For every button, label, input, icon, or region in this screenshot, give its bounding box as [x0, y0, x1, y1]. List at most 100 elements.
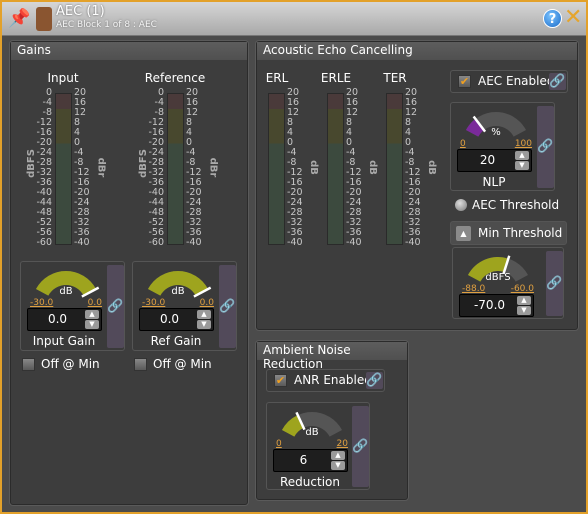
- enable-group: ✔ ANR Enabled 🔗: [266, 369, 385, 392]
- spin-down-button[interactable]: ▼: [517, 306, 531, 315]
- value-text: 0.0: [47, 312, 68, 326]
- link-button[interactable]: 🔗: [107, 265, 124, 348]
- aec-header: Acoustic Echo Cancelling: [257, 42, 577, 60]
- enable-label: ANR Enabled: [294, 373, 372, 387]
- dbfs-axis-label: dBFS: [25, 149, 37, 178]
- block-color-swatch: [36, 7, 52, 31]
- level-meter: [55, 93, 72, 245]
- meter-scale-label: -40: [74, 237, 90, 248]
- knob-unit: dBFS: [485, 272, 511, 283]
- meter-scale-label: -40: [186, 237, 202, 248]
- knob-min[interactable]: 0: [460, 139, 466, 149]
- link-icon: 🔗: [352, 439, 369, 454]
- off-at-min-checkbox[interactable]: [22, 358, 35, 371]
- gains-header: Gains: [11, 42, 247, 60]
- meter-title: Reference: [144, 71, 206, 85]
- link-button[interactable]: 🔗: [549, 73, 566, 90]
- level-meter: [327, 93, 344, 245]
- link-button[interactable]: 🔗: [219, 265, 236, 348]
- link-icon: 🔗: [219, 299, 236, 314]
- anr-header: Ambient Noise Reduction: [257, 342, 407, 371]
- value-field[interactable]: 6 ▲ ▼: [273, 449, 348, 472]
- spin-up-button[interactable]: ▲: [197, 310, 211, 319]
- collapse-arrow-icon: ▲: [456, 226, 471, 241]
- link-button[interactable]: 🔗: [366, 372, 383, 389]
- spin-down-button[interactable]: ▼: [85, 320, 99, 329]
- min-threshold-label: Min Threshold: [478, 226, 563, 240]
- meter-scale-label: -60: [148, 237, 164, 248]
- level-meter: [167, 93, 184, 245]
- link-icon: 🔗: [546, 276, 563, 291]
- db-axis-label: dB: [307, 160, 319, 175]
- threshold-indicator-label: AEC Threshold: [472, 198, 560, 212]
- help-icon[interactable]: ?: [543, 9, 562, 28]
- knob-max[interactable]: 100: [515, 139, 532, 149]
- link-button[interactable]: 🔗: [537, 106, 554, 188]
- knob-unit: dB: [171, 286, 185, 297]
- link-button[interactable]: 🔗: [546, 251, 563, 316]
- meter-scale-label: -40: [287, 237, 303, 248]
- min-threshold-toggle[interactable]: ▲ Min Threshold: [450, 221, 567, 245]
- knob-label: NLP: [482, 175, 506, 189]
- dbr-axis-label: dBr: [207, 157, 219, 178]
- knob-min[interactable]: 0: [276, 439, 282, 449]
- link-icon: 🔗: [549, 74, 566, 89]
- meter-title: TER: [383, 71, 407, 85]
- dbfs-axis-label: dBFS: [137, 149, 149, 178]
- knob-group: dBFS -88.0 -60.0 -70.0 ▲ ▼ 🔗: [452, 247, 564, 319]
- enable-checkbox[interactable]: ✔: [274, 374, 287, 387]
- value-text: 0.0: [159, 312, 180, 326]
- knob-group: dB 0 20 6 ▲ ▼ Reduction 🔗: [266, 402, 370, 490]
- knob-min[interactable]: -88.0: [462, 284, 485, 294]
- knob-min[interactable]: -30.0: [142, 298, 165, 308]
- off-at-min-checkbox[interactable]: [134, 358, 147, 371]
- meter-scale-label: -60: [36, 237, 52, 248]
- knob-max[interactable]: 0.0: [200, 298, 214, 308]
- value-text: 6: [299, 453, 308, 467]
- spin-down-button[interactable]: ▼: [515, 161, 529, 170]
- link-icon: 🔗: [537, 139, 554, 154]
- level-meter: [268, 93, 285, 245]
- dbr-axis-label: dBr: [95, 157, 107, 178]
- knob-unit: %: [491, 127, 501, 138]
- value-field[interactable]: 0.0 ▲ ▼: [27, 308, 102, 331]
- link-button[interactable]: 🔗: [352, 406, 369, 487]
- knob-label: Reduction: [280, 475, 340, 489]
- enable-group: ✔ AEC Enabled 🔗: [450, 70, 568, 93]
- window-subtitle: AEC Block 1 of 8 : AEC: [56, 20, 157, 30]
- link-icon: 🔗: [107, 299, 124, 314]
- enable-label: AEC Enabled: [478, 74, 555, 88]
- spin-up-button[interactable]: ▲: [331, 451, 345, 460]
- spin-up-button[interactable]: ▲: [515, 151, 529, 160]
- value-field[interactable]: 0.0 ▲ ▼: [139, 308, 214, 331]
- close-icon[interactable]: ✕: [564, 6, 582, 30]
- knob-label: Input Gain: [32, 334, 96, 348]
- spin-up-button[interactable]: ▲: [85, 310, 99, 319]
- meter-title: Input: [47, 71, 79, 85]
- spin-down-button[interactable]: ▼: [197, 320, 211, 329]
- level-meter: [386, 93, 403, 245]
- db-axis-label: dB: [366, 160, 378, 175]
- checkbox-label: Off @ Min: [153, 357, 212, 371]
- title-bar: 📌 AEC (1) AEC Block 1 of 8 : AEC ? ✕: [2, 2, 586, 36]
- meter-scale-label: -40: [346, 237, 362, 248]
- knob-group: dB -30.0 0.0 0.0 ▲ ▼ Input Gain 🔗: [20, 261, 125, 351]
- spin-up-button[interactable]: ▲: [517, 296, 531, 305]
- value-text: 20: [479, 153, 496, 167]
- meter-scale-label: -40: [405, 237, 421, 248]
- knob-max[interactable]: -60.0: [511, 284, 534, 294]
- knob-unit: dB: [305, 427, 319, 438]
- db-axis-label: dB: [425, 160, 437, 175]
- value-field[interactable]: 20 ▲ ▼: [457, 149, 532, 172]
- spin-down-button[interactable]: ▼: [331, 461, 345, 470]
- pin-icon[interactable]: 📌: [8, 8, 30, 29]
- knob-min[interactable]: -30.0: [30, 298, 53, 308]
- knob-max[interactable]: 0.0: [88, 298, 102, 308]
- knob-max[interactable]: 20: [337, 439, 348, 449]
- knob-unit: dB: [59, 286, 73, 297]
- link-icon: 🔗: [366, 373, 383, 388]
- window-title: AEC (1): [56, 4, 105, 19]
- checkbox-label: Off @ Min: [41, 357, 100, 371]
- enable-checkbox[interactable]: ✔: [458, 75, 471, 88]
- value-field[interactable]: -70.0 ▲ ▼: [459, 294, 534, 317]
